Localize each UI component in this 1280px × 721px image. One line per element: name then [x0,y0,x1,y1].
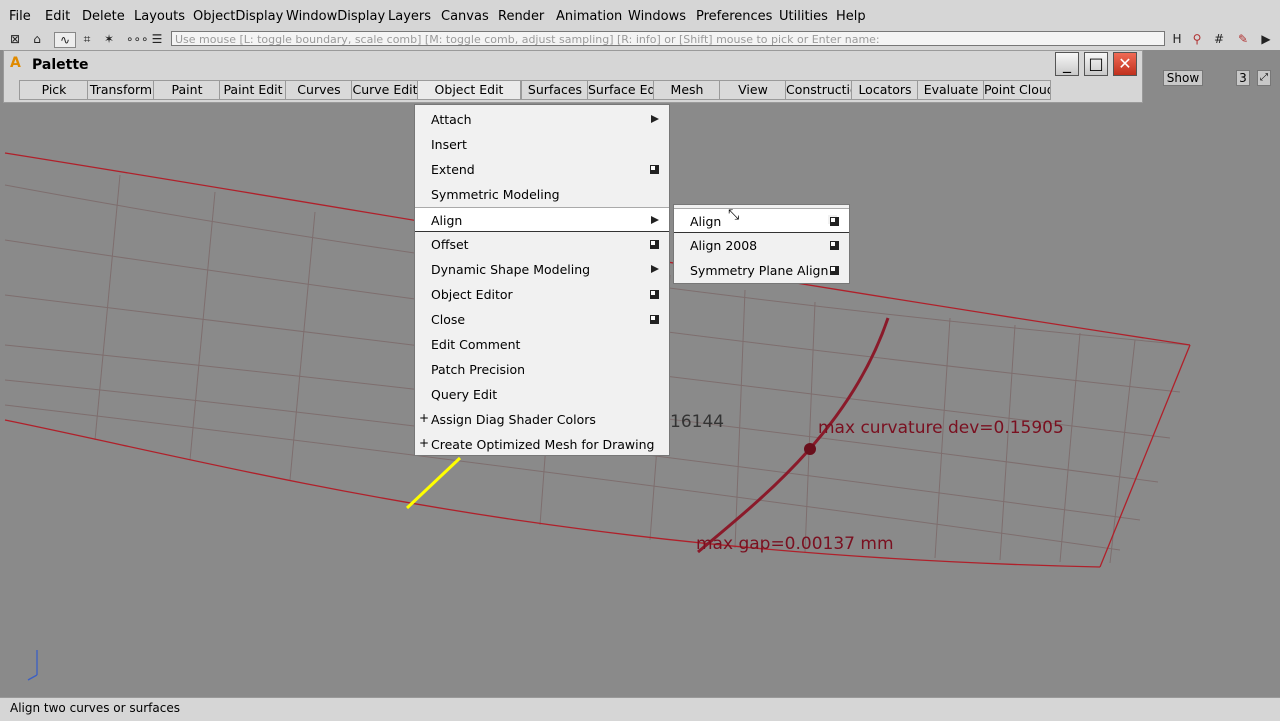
menu-item-object-editor[interactable]: Object Editor [415,282,669,307]
option-box-icon[interactable] [830,217,839,226]
minimize-button[interactable]: _ [1055,52,1079,76]
tab-point-clouds[interactable]: Point Clouds [983,80,1051,100]
tab-mesh[interactable]: Mesh [653,80,721,100]
gap-annotation: max gap=0.00137 mm [696,534,894,554]
menu-file[interactable]: File [9,9,31,24]
tab-locators[interactable]: Locators [851,80,919,100]
menu-item-extend[interactable]: Extend [415,157,669,182]
grid-snap-icon[interactable]: # [1212,32,1226,46]
snap-magnet-icon[interactable]: ⚲ [1190,32,1204,46]
tab-object-edit[interactable]: Object Edit [417,80,521,100]
show-button[interactable]: Show [1163,70,1203,86]
tab-paint[interactable]: Paint [153,80,221,100]
mouse-cursor-icon: ⤡ [728,207,740,223]
menu-canvas[interactable]: Canvas [441,9,489,24]
menu-item-align[interactable]: Align [415,207,669,232]
menu-bar: File Edit Delete Layouts ObjectDisplay W… [0,0,1280,30]
menu-item-attach[interactable]: Attach [415,107,669,132]
menu-windows[interactable]: Windows [628,9,686,24]
plugin-plus-icon: + [419,411,430,425]
submenu-item-align-2008[interactable]: Align 2008 [674,233,849,258]
tab-surface-edit[interactable]: Surface Edit [587,80,655,100]
tab-view[interactable]: View [719,80,787,100]
option-box-icon[interactable] [830,241,839,250]
menu-utilities[interactable]: Utilities [779,9,828,24]
tab-surfaces[interactable]: Surfaces [521,80,589,100]
option-box-icon[interactable] [650,315,659,324]
menu-item-create-optimized-mesh[interactable]: + Create Optimized Mesh for Drawing [415,432,669,457]
menu-item-insert[interactable]: Insert [415,132,669,157]
tab-curves[interactable]: Curves [285,80,353,100]
view-number-button[interactable]: 3 [1236,70,1250,86]
tab-curve-edit[interactable]: Curve Edit [351,80,419,100]
menu-item-query-edit[interactable]: Query Edit [415,382,669,407]
curve-snap-icon[interactable]: ✎ [1236,32,1250,46]
palette-window: A Palette _ □ ✕ Pick Transform Paint Pai… [3,50,1143,103]
menu-render[interactable]: Render [498,9,544,24]
tab-evaluate[interactable]: Evaluate [917,80,985,100]
curvature-marker [804,443,816,455]
transform-icon[interactable]: ⌗ [80,32,94,46]
option-box-icon[interactable] [650,290,659,299]
tab-transform[interactable]: Transform [87,80,155,100]
submenu-arrow-icon [651,265,659,273]
object-edit-menu: Attach Insert Extend Symmetric Modeling … [414,104,670,456]
menu-item-symmetric-modeling[interactable]: Symmetric Modeling [415,182,669,207]
submenu-arrow-icon [651,115,659,123]
submenu-arrow-icon [651,216,659,224]
curvature-annotation: max curvature dev=0.15905 [818,418,1064,438]
menu-item-patch-precision[interactable]: Patch Precision [415,357,669,382]
menu-windowdisplay[interactable]: WindowDisplay [286,9,385,24]
alias-logo-icon: A [10,55,21,71]
menu-animation[interactable]: Animation [556,9,622,24]
menu-layers[interactable]: Layers [388,9,431,24]
menu-item-close[interactable]: Close [415,307,669,332]
axis-triad [27,650,38,681]
palette-tabs: Pick Transform Paint Paint Edit Curves C… [7,80,1141,101]
maximize-button[interactable]: □ [1084,52,1108,76]
menu-item-dynamic-shape-modeling[interactable]: Dynamic Shape Modeling [415,257,669,282]
menu-help[interactable]: Help [836,9,866,24]
snap-icon[interactable]: ✶ [102,32,116,46]
palette-title: Palette [32,57,89,73]
list-icon[interactable]: ☰ [150,32,164,46]
expand-panel-icon[interactable]: ⤢ [1257,70,1271,86]
align-submenu: Align Align 2008 Symmetry Plane Align [673,204,850,284]
command-toolbar: ⊠ ⌂ ∿ ⌗ ✶ ∘∘∘ ☰ Use mouse [L: toggle bou… [0,30,1280,50]
menu-edit[interactable]: Edit [45,9,70,24]
pick-icon[interactable]: ⌂ [30,32,44,46]
menu-item-edit-comment[interactable]: Edit Comment [415,332,669,357]
curve-icon[interactable]: ∿ [54,32,76,48]
more-icon[interactable]: ∘∘∘ [126,32,149,46]
menu-objectdisplay[interactable]: ObjectDisplay [193,9,283,24]
right-boundary-curve [1099,344,1191,568]
menu-preferences[interactable]: Preferences [696,9,772,24]
partial-annotation: 16144 [670,412,725,432]
tab-paint-edit[interactable]: Paint Edit [219,80,287,100]
option-box-icon[interactable] [650,240,659,249]
history-icon[interactable]: H [1170,32,1184,46]
plugin-plus-icon: + [419,436,430,450]
menu-layouts[interactable]: Layouts [134,9,185,24]
menu-item-assign-diag-shader-colors[interactable]: + Assign Diag Shader Colors [415,407,669,432]
status-bar: Align two curves or surfaces [0,697,1280,721]
expand-arrow-icon[interactable]: ▶ [1259,32,1273,46]
status-text: Align two curves or surfaces [10,701,180,715]
yellow-edge-highlight [405,456,462,510]
tab-construction[interactable]: Construction [785,80,853,100]
option-box-icon[interactable] [830,266,839,275]
submenu-item-symmetry-plane-align[interactable]: Symmetry Plane Align [674,258,849,283]
menu-delete[interactable]: Delete [82,9,125,24]
close-button[interactable]: ✕ [1113,52,1137,76]
cancel-icon[interactable]: ⊠ [8,32,22,46]
tab-pick[interactable]: Pick [19,80,89,100]
command-input[interactable]: Use mouse [L: toggle boundary, scale com… [171,31,1165,46]
menu-item-offset[interactable]: Offset [415,232,669,257]
submenu-item-align[interactable]: Align [674,208,849,233]
option-box-icon[interactable] [650,165,659,174]
